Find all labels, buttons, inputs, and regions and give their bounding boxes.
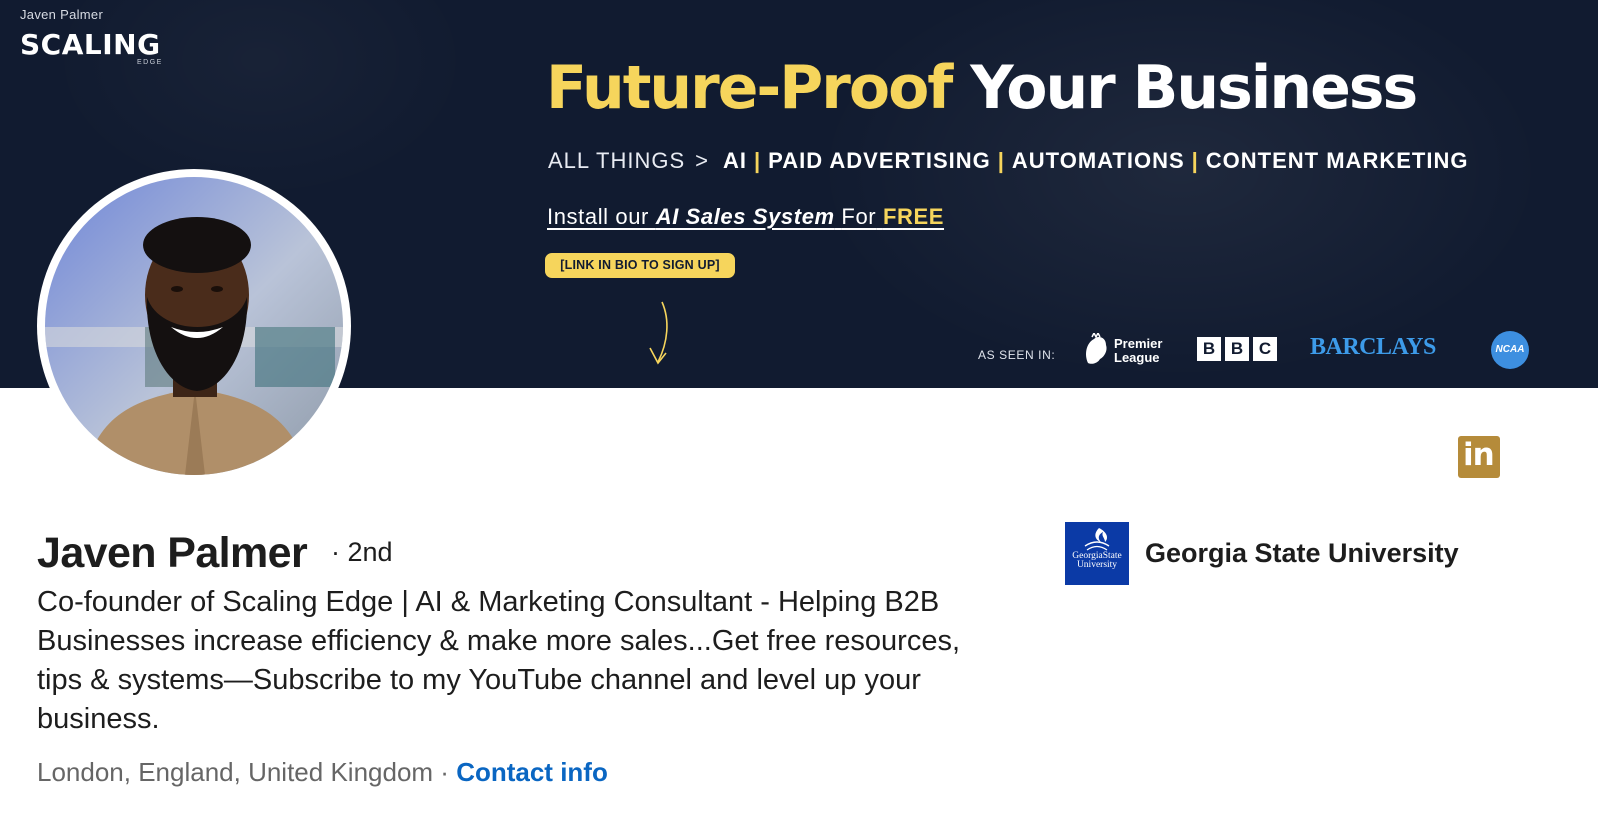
barclays-logo: BARCLAYS: [1310, 334, 1436, 360]
bbc-letter: B: [1225, 337, 1249, 361]
banner-topics: ALL THINGS > AI | PAID ADVERTISING | AUTOMATIO…: [548, 147, 1468, 175]
linkedin-icon[interactable]: in: [1458, 436, 1500, 478]
ncaa-logo: NCAA: [1491, 331, 1529, 369]
install-pre: Install our: [547, 204, 649, 229]
topic-separator: |: [754, 148, 762, 173]
premier-league-text: Premier League: [1114, 336, 1163, 365]
profile-headline: Co-founder of Scaling Edge | AI & Market…: [37, 586, 961, 735]
topics-prefix: ALL THINGS: [548, 148, 686, 173]
connection-degree: · 2nd: [331, 537, 393, 567]
georgia-state-logo[interactable]: GeorgiaState University: [1065, 522, 1129, 585]
arrow-down-icon: [649, 301, 668, 365]
banner-install-line: Install our AI Sales System For FREE: [547, 203, 944, 231]
education-school-name[interactable]: Georgia State University: [1145, 538, 1459, 569]
premier-league-logo: Premier League: [1082, 331, 1172, 369]
profile-name: Javen Palmer: [37, 529, 308, 577]
as-seen-in-label: AS SEEN IN:: [978, 348, 1056, 362]
topic-item: AI: [723, 148, 748, 173]
headline-part-yellow: Future-Proof: [546, 53, 953, 123]
bbc-letter: C: [1253, 337, 1277, 361]
flame-icon: [1084, 528, 1110, 551]
bbc-logo: B B C: [1197, 337, 1283, 361]
georgia-state-logo-text: GeorgiaState University: [1072, 551, 1122, 570]
scaling-edge-logo: SCALING EDGE: [20, 28, 175, 72]
bbc-letter: B: [1197, 337, 1221, 361]
profile-location-row: London, England, United Kingdom · Contac…: [37, 755, 608, 789]
topic-separator: |: [997, 148, 1005, 173]
topic-item: PAID ADVERTISING: [768, 148, 991, 173]
install-mid: For: [841, 204, 877, 229]
headline-part-white: Your Business: [970, 53, 1418, 123]
banner-owner-name: Javen Palmer: [20, 7, 104, 22]
topic-item: AUTOMATIONS: [1011, 148, 1185, 173]
brand-sub: EDGE: [137, 59, 163, 66]
linkedin-icon-text: in: [1463, 437, 1495, 473]
link-in-bio-pill: [LINK IN BIO TO SIGN UP]: [545, 253, 735, 278]
profile-photo: [45, 177, 343, 475]
topic-item: CONTENT MARKETING: [1205, 148, 1469, 173]
lion-icon: [1086, 331, 1107, 364]
install-ai-system: AI Sales System: [655, 204, 835, 229]
banner-headline: Future-Proof Your Business: [546, 50, 1418, 126]
profile-avatar[interactable]: [37, 169, 351, 483]
chevron-right-icon: >: [695, 148, 710, 173]
install-free: FREE: [882, 204, 945, 229]
topic-separator: |: [1191, 148, 1199, 173]
profile-location: London, England, United Kingdom: [37, 757, 434, 787]
brand-word: SCALING: [20, 28, 161, 61]
contact-info-link[interactable]: Contact info: [456, 757, 608, 787]
location-separator: ·: [433, 757, 457, 787]
